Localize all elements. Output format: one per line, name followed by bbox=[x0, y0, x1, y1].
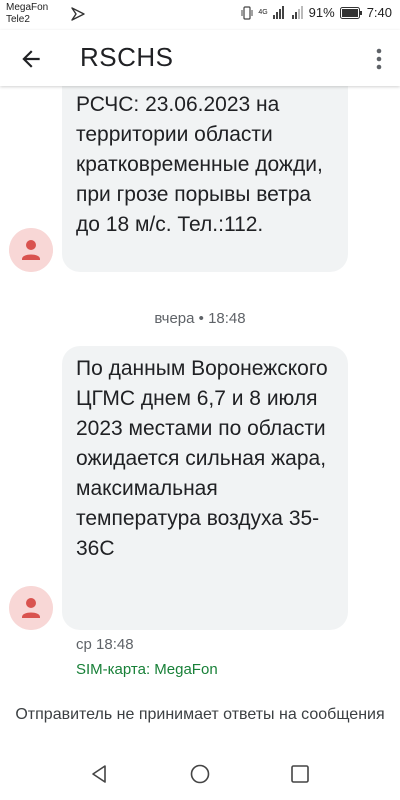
status-right: 4G 91% 7:40 bbox=[241, 5, 392, 20]
navigation-app-icon bbox=[71, 7, 85, 21]
no-reply-notice: Отправитель не принимает ответы на сообщ… bbox=[15, 706, 385, 723]
battery-percent: 91% bbox=[308, 5, 335, 20]
message-timestamp: ср 18:48 bbox=[76, 636, 134, 653]
network-type: 4G bbox=[258, 9, 268, 16]
vibrate-icon bbox=[241, 5, 253, 20]
app-bar: RSCHS bbox=[0, 30, 400, 86]
back-arrow-icon[interactable] bbox=[18, 46, 44, 72]
signal-icon bbox=[272, 6, 284, 19]
message-text: РСЧС: 23.06.2023 на территории области к… bbox=[76, 93, 323, 236]
home-circle-icon[interactable] bbox=[190, 764, 210, 784]
recents-square-icon[interactable] bbox=[290, 764, 310, 784]
system-nav-bar bbox=[0, 750, 400, 800]
carrier-names: MegaFon Tele2 bbox=[6, 2, 48, 26]
conversation-title: RSCHS bbox=[80, 42, 174, 72]
date-separator: вчера • 18:48 bbox=[154, 310, 246, 327]
status-bar: MegaFon Tele2 4G 91% 7:40 bbox=[0, 0, 400, 30]
more-vert-icon[interactable] bbox=[374, 46, 384, 72]
sender-avatar-icon[interactable] bbox=[9, 586, 53, 630]
carrier-2: Tele2 bbox=[6, 14, 30, 25]
carrier-1: MegaFon bbox=[6, 2, 49, 13]
conversation-list[interactable]: РСЧС: 23.06.2023 на территории области к… bbox=[0, 86, 400, 750]
message-bubble[interactable]: РСЧС: 23.06.2023 на территории области к… bbox=[62, 86, 348, 272]
message-text: По данным Воронежского ЦГМС днем 6,7 и 8… bbox=[76, 357, 328, 560]
battery-icon bbox=[339, 6, 362, 19]
back-triangle-icon[interactable] bbox=[89, 764, 109, 784]
message-bubble[interactable]: По данным Воронежского ЦГМС днем 6,7 и 8… bbox=[62, 346, 348, 630]
sender-avatar-icon[interactable] bbox=[9, 228, 53, 272]
clock: 7:40 bbox=[366, 5, 392, 20]
signal-icon-2 bbox=[291, 6, 303, 19]
sim-card-label: SIM-карта: MegaFon bbox=[76, 661, 218, 678]
